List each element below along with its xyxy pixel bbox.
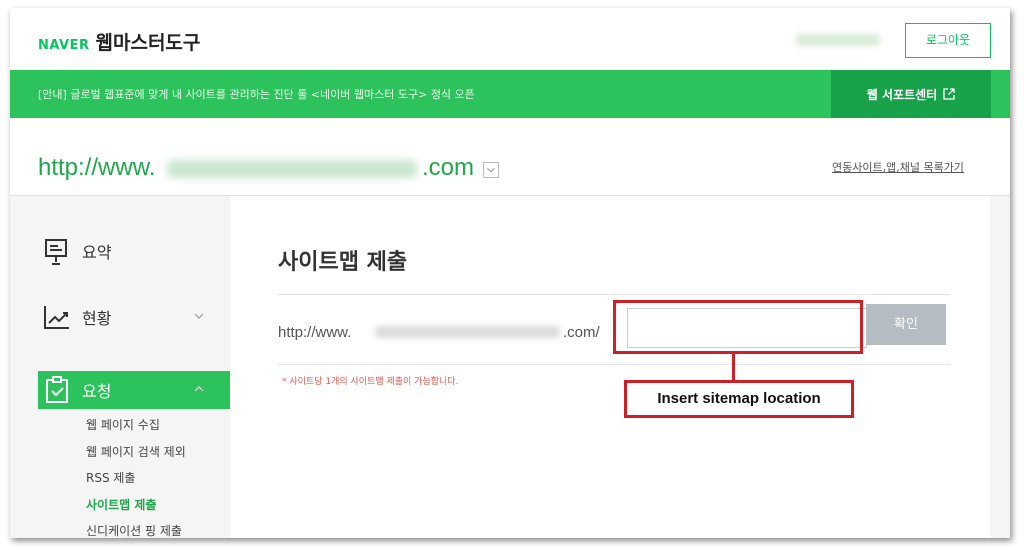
sitemap-url-suffix: .com/ (563, 324, 600, 341)
external-link-icon (943, 88, 955, 100)
divider (278, 364, 950, 365)
sidebar-item-label: 요약 (82, 243, 112, 262)
right-gutter (990, 196, 1010, 538)
browser-frame: NAVER 웹마스터도구 로그아웃 [안내] 글로벌 웹표준에 맞게 내 사이트… (10, 8, 1010, 538)
main-content: 사이트맵 제출 http://www. .com/ 확인 * 사이트당 1개의 … (230, 196, 990, 538)
sidebar-subitem-rss[interactable]: RSS 제출 (86, 469, 135, 486)
sidebar-subitem-sitemap[interactable]: 사이트맵 제출 (86, 496, 156, 513)
site-domain-redacted (167, 160, 417, 178)
presentation-icon (45, 239, 67, 265)
sitemap-url-prefix: http://www. (278, 324, 352, 341)
sidebar-subitem-page-exclude[interactable]: 웹 페이지 검색 제외 (86, 443, 186, 460)
notice-text[interactable]: [안내] 글로벌 웹표준에 맞게 내 사이트를 관리하는 진단 툴 <네이버 웹… (38, 86, 475, 102)
site-selector-row: http://www. .com 연동사이트,앱,채널 목록가기 (10, 118, 1010, 196)
sitemap-domain-redacted (375, 326, 560, 338)
chevron-up-icon (194, 386, 204, 392)
confirm-button[interactable]: 확인 (866, 304, 946, 345)
trend-chart-icon (44, 306, 69, 329)
sitemap-hint: * 사이트당 1개의 사이트맵 제출이 가능합니다. (282, 377, 459, 387)
notice-bar: [안내] 글로벌 웹표준에 맞게 내 사이트를 관리하는 진단 툴 <네이버 웹… (10, 70, 1010, 118)
sidebar-item-label: 요청 (82, 382, 112, 401)
logout-button[interactable]: 로그아웃 (905, 23, 991, 58)
user-id-redacted (796, 34, 880, 46)
site-url-suffix: .com (422, 154, 475, 181)
top-bar: NAVER 웹마스터도구 로그아웃 (10, 8, 1010, 70)
annotation-highlight-box (613, 300, 863, 354)
sidebar-subitem-syndication[interactable]: 신디케이션 핑 제출 (86, 522, 182, 538)
other-sites-link[interactable]: 연동사이트,앱,채널 목록가기 (832, 159, 964, 175)
sidebar-item-request[interactable]: 요청 (38, 371, 230, 409)
logo[interactable]: NAVER 웹마스터도구 (38, 28, 200, 55)
annotation-label: Insert sitemap location (624, 380, 854, 418)
clipboard-check-icon (46, 376, 68, 403)
sidebar-item-summary[interactable]: 요약 (38, 232, 230, 270)
app-title: 웹마스터도구 (95, 32, 201, 54)
site-url-prefix: http://www. (38, 154, 156, 181)
chevron-down-icon (194, 313, 204, 319)
sidebar: 요약 현황 요청 웹 페이지 수집 웹 페이지 검색 제외 RSS 제출 사이트… (10, 196, 230, 538)
sidebar-item-label: 현황 (82, 309, 112, 328)
page-title: 사이트맵 제출 (278, 250, 408, 275)
naver-logo: NAVER (38, 38, 90, 53)
sidebar-subitem-page-crawl[interactable]: 웹 페이지 수집 (86, 416, 160, 433)
support-label: 웹 서포트센터 (866, 87, 938, 102)
annotation-connector (732, 352, 735, 382)
web-support-center-button[interactable]: 웹 서포트센터 (831, 70, 991, 118)
divider (278, 294, 950, 295)
sidebar-item-status[interactable]: 현황 (38, 298, 230, 336)
chevron-down-icon[interactable] (483, 162, 499, 178)
